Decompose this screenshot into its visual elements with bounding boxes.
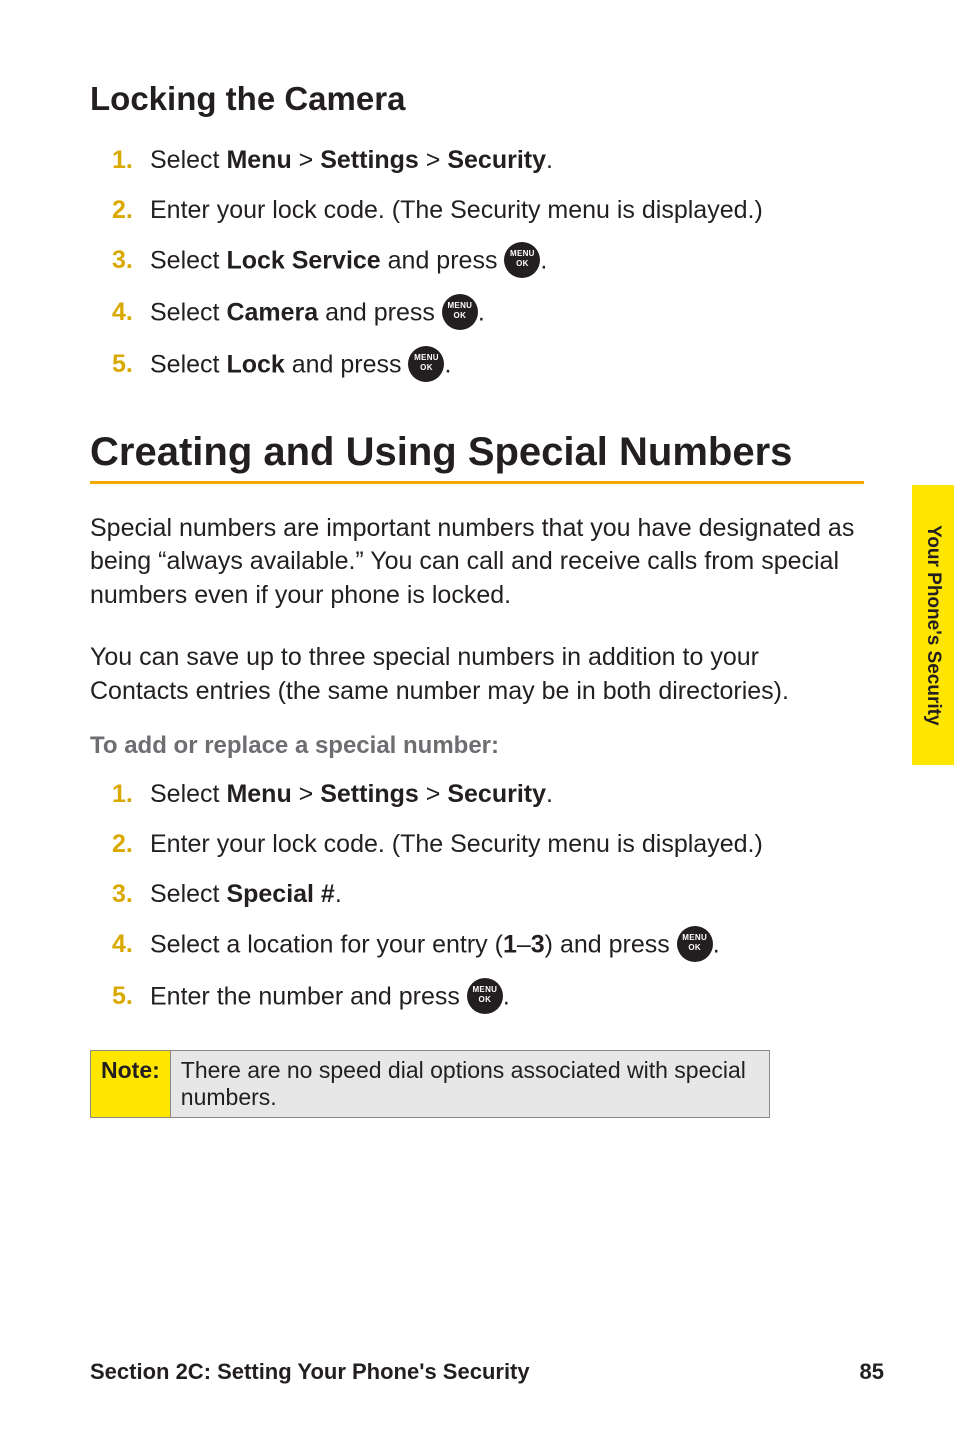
step-bold: 1 [503,930,517,958]
step-text: . [713,930,720,958]
list-item: 2. Enter your lock code. (The Security m… [130,186,864,236]
step-text: Select [150,350,226,378]
step-text: Enter your lock code. (The Security menu… [150,830,763,858]
step-text: . [335,880,342,908]
list-item: 1. Select Menu > Settings > Security. [130,136,864,186]
step-text: Enter your lock code. (The Security menu… [150,196,763,224]
step-number: 3. [112,244,133,278]
step-text: Select a location for your entry ( [150,930,503,958]
step-text: > [292,146,321,174]
step-text: and press [381,246,505,274]
step-bold: Settings [320,146,419,174]
menu-ok-icon [442,294,478,330]
list-item: 5. Enter the number and press . [130,972,864,1024]
step-text: . [540,246,547,274]
note-box: Note: There are no speed dial options as… [90,1050,770,1118]
paragraph: You can save up to three special numbers… [90,641,864,709]
step-number: 5. [112,980,133,1014]
step-bold: 3 [531,930,545,958]
step-number: 2. [112,194,133,228]
list-item: 2. Enter your lock code. (The Security m… [130,820,864,870]
step-bold: Lock [226,350,284,378]
step-number: 1. [112,144,133,178]
step-text: ) and press [545,930,677,958]
step-text: > [292,780,321,808]
step-text: Select [150,298,226,326]
list-item: 4. Select a location for your entry (1–3… [130,920,864,972]
step-text: – [517,930,531,958]
note-label: Note: [91,1050,171,1117]
step-bold: Menu [226,780,291,808]
side-tab: Your Phone's Security [912,485,954,765]
step-text: Select [150,880,226,908]
step-number: 2. [112,828,133,862]
step-text: Select [150,146,226,174]
steps-locking-camera: 1. Select Menu > Settings > Security. 2.… [90,136,864,392]
step-bold: Security [447,146,546,174]
step-text: . [546,780,553,808]
menu-ok-icon [467,978,503,1014]
step-number: 5. [112,348,133,382]
page-content: Locking the Camera 1. Select Menu > Sett… [0,0,954,1118]
menu-ok-icon [677,926,713,962]
step-number: 4. [112,928,133,962]
menu-ok-icon [408,346,444,382]
step-number: 3. [112,878,133,912]
step-number: 1. [112,778,133,812]
paragraph: Special numbers are important numbers th… [90,512,864,613]
list-item: 4. Select Camera and press . [130,288,864,340]
list-item: 3. Select Lock Service and press . [130,236,864,288]
step-text: . [444,350,451,378]
step-text: Select [150,246,226,274]
step-text: and press [285,350,409,378]
step-bold: Lock Service [226,246,380,274]
side-tab-label: Your Phone's Security [922,525,944,726]
main-heading: Creating and Using Special Numbers [90,430,864,484]
page-footer: Section 2C: Setting Your Phone's Securit… [90,1359,884,1385]
footer-section: Section 2C: Setting Your Phone's Securit… [90,1359,530,1385]
menu-ok-icon [504,242,540,278]
sub-heading: Locking the Camera [90,80,864,118]
step-bold: Security [447,780,546,808]
step-bold: Settings [320,780,419,808]
note-text: There are no speed dial options associat… [170,1050,769,1117]
step-text: Enter the number and press [150,982,467,1010]
list-item: 1. Select Menu > Settings > Security. [130,770,864,820]
footer-page-number: 85 [860,1359,884,1385]
list-item: 3. Select Special #. [130,870,864,920]
step-text: . [503,982,510,1010]
steps-special-number: 1. Select Menu > Settings > Security. 2.… [90,770,864,1023]
list-item: 5. Select Lock and press . [130,340,864,392]
step-bold: Special # [226,880,334,908]
step-text: > [419,146,448,174]
step-text: Select [150,780,226,808]
step-text: . [478,298,485,326]
step-text: > [419,780,448,808]
step-bold: Menu [226,146,291,174]
step-text: . [546,146,553,174]
step-number: 4. [112,296,133,330]
step-bold: Camera [226,298,318,326]
step-text: and press [318,298,442,326]
lead-text: To add or replace a special number: [90,732,864,760]
